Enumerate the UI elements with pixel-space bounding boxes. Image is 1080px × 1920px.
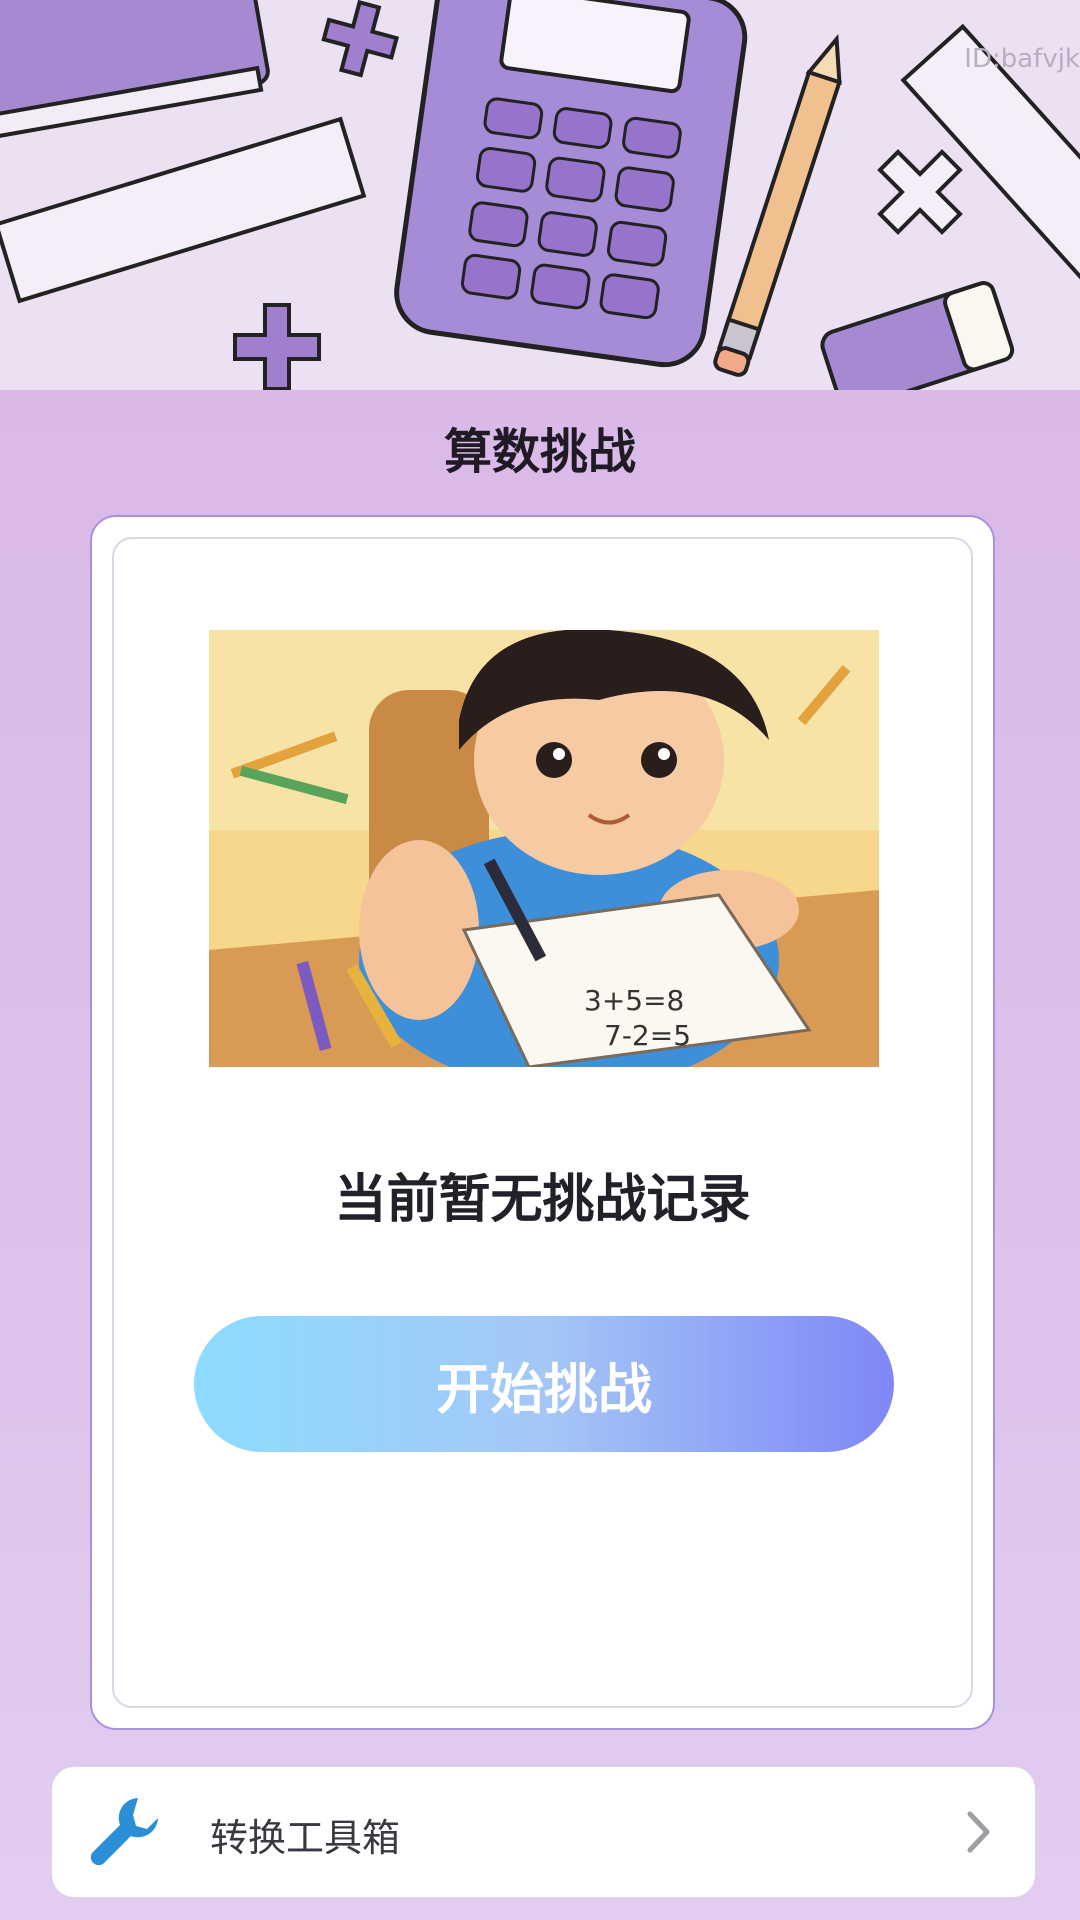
calculator-icon	[394, 0, 748, 368]
header-banner: ID:bafvjk	[0, 0, 1080, 390]
empty-state-illustration: 3+5=8 7-2=5	[209, 630, 879, 1067]
page-title: 算数挑战	[443, 424, 636, 480]
ruler-icon	[0, 116, 367, 304]
chevron-right-icon	[967, 1811, 990, 1853]
watermark-id: ID:bafvjk	[964, 44, 1080, 74]
stationery-illustration	[0, 0, 1080, 390]
eraser-icon	[820, 281, 1015, 390]
book-icon	[0, 0, 270, 139]
conversion-toolbox-item[interactable]: 转换工具箱	[52, 1767, 1035, 1897]
start-challenge-button[interactable]: 开始挑战	[194, 1316, 894, 1452]
equation-line-2: 7-2=5	[604, 1019, 691, 1052]
empty-state-message: 当前暂无挑战记录	[334, 1170, 751, 1230]
equation-line-1: 3+5=8	[584, 984, 684, 1017]
multiply-sign-icon	[877, 149, 963, 235]
wrench-icon	[90, 1798, 158, 1866]
toolbox-label: 转换工具箱	[210, 1816, 401, 1860]
